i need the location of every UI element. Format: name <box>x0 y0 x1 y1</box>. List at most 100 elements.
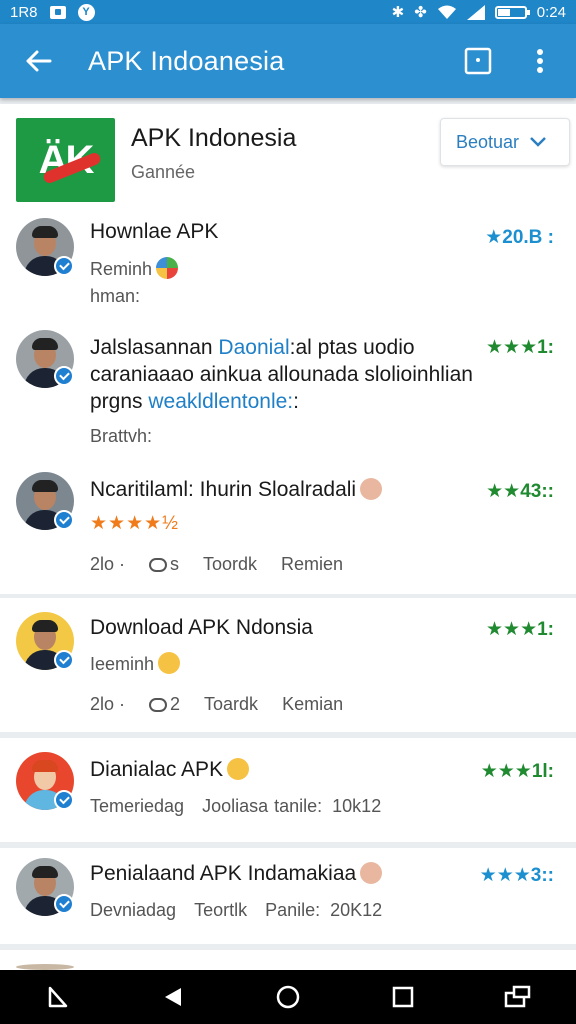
vibrate-icon: ✤ <box>414 4 427 21</box>
reply-button[interactable]: Kemian <box>282 694 343 715</box>
reply-button[interactable]: Remien <box>281 554 343 575</box>
app-bar-title: APK Indoanesia <box>88 45 285 76</box>
nav-home-button[interactable] <box>264 973 312 1021</box>
emoji-icon <box>158 652 181 674</box>
review-title-text: Dianialac APK <box>90 758 224 781</box>
notification-icon <box>49 5 66 19</box>
sort-dropdown-label: Beotuar <box>456 131 520 152</box>
system-nav-bar <box>0 970 576 1024</box>
review-link[interactable]: weakldlentonle: <box>148 390 293 413</box>
review-rating: ★★43:: <box>486 481 554 502</box>
review-meta: Ieeminh <box>90 652 181 675</box>
reviews-card-3 <box>0 738 576 842</box>
emoji-icon <box>360 862 383 884</box>
avatar-hair <box>32 226 58 238</box>
back-triangle-icon <box>164 988 181 1006</box>
sort-dropdown[interactable]: Beotuar <box>440 118 570 166</box>
app-bar: APK Indoanesia <box>0 24 576 98</box>
review-title-text: Ncaritilaml: Ihurin Sloalradali <box>90 478 357 501</box>
review-meta-text: Ieeminh <box>90 654 155 674</box>
review-meta: Temeriedag Jooliasa tanile: 10k12 <box>90 796 381 817</box>
review-title[interactable]: Penialaand APK Indamakiaa <box>90 862 383 886</box>
verified-badge-icon <box>54 256 74 276</box>
app-name: APK Indonesia <box>131 124 297 152</box>
nav-extra-button[interactable] <box>34 973 82 1021</box>
review-meta: Devniadag Teortlk Panile: 20K12 <box>90 900 382 921</box>
verified-badge-icon <box>54 366 74 386</box>
nav-back-button[interactable] <box>149 973 197 1021</box>
meta-date: Devniadag <box>90 900 177 920</box>
back-triangle-icon <box>48 986 67 1008</box>
avatar-hair <box>32 620 58 632</box>
app-logo[interactable]: ÄK <box>16 118 115 202</box>
status-time: 0:24 <box>536 3 566 21</box>
likes-count[interactable]: 2lo · <box>90 694 125 715</box>
likes-count[interactable]: 2lo · <box>90 554 125 575</box>
meta-file-label: Panile: <box>265 900 321 920</box>
review-meta-text: Reminh <box>90 259 153 279</box>
review-rating: ★★★3:: <box>479 865 554 886</box>
review-title[interactable]: Download APK Ndonsia <box>90 616 313 640</box>
status-left-text: 1R8 <box>10 3 38 21</box>
app-notification-icon: Y <box>77 3 95 21</box>
app-category: Gannée <box>131 162 196 182</box>
comment-icon <box>149 698 168 712</box>
search-box-icon <box>464 47 492 75</box>
review-title[interactable]: Dianialac APK <box>90 758 250 782</box>
avatar-hair <box>32 866 58 878</box>
comments-button[interactable]: 2 <box>149 694 180 715</box>
home-circle-icon <box>276 985 300 1009</box>
status-bar: 1R8 Y ✱ ✤ 0:24 <box>0 0 576 24</box>
review-meta: Brattvh: <box>90 426 153 446</box>
thanks-button[interactable]: Toordk <box>203 554 257 575</box>
review-text: : <box>293 390 299 413</box>
search-button[interactable] <box>458 41 498 81</box>
review-rating: ★★★1: <box>486 337 554 358</box>
verified-badge-icon <box>54 790 74 810</box>
nav-split-screen-button[interactable] <box>494 973 542 1021</box>
review-line-3: prgns weakldlentonle:: <box>90 388 530 415</box>
back-arrow-icon <box>26 50 52 72</box>
reviews-card-5-partial <box>0 950 576 970</box>
emoji-icon <box>156 257 179 279</box>
thanks-button[interactable]: Toardk <box>204 694 258 715</box>
verified-badge-icon <box>54 510 74 530</box>
battery-icon <box>494 5 530 19</box>
avatar-hair <box>32 338 58 350</box>
comment-icon <box>149 558 168 572</box>
overflow-menu-button[interactable] <box>520 41 560 81</box>
emoji-icon <box>360 478 383 500</box>
emoji-icon <box>227 758 250 780</box>
review-actions: 2lo · 2 Toardk Kemian <box>90 694 343 715</box>
review-text: Jalslasannan <box>90 336 219 359</box>
review-meta: Reminh <box>90 257 179 280</box>
verified-badge-icon <box>54 650 74 670</box>
meta-file-size: 20K12 <box>330 900 383 920</box>
comments-count: 2 <box>170 694 181 714</box>
review-title-text: Penialaand APK Indamakiaa <box>90 862 357 885</box>
meta-date: Temeriedag <box>90 796 185 816</box>
avatar-hair <box>32 760 58 772</box>
split-screen-icon <box>505 985 531 1008</box>
review-body[interactable]: Jalslasannan Daonial:al ptas uodio caran… <box>90 334 530 415</box>
review-text: :al ptas uodio <box>289 336 415 359</box>
review-line-1: Jalslasannan Daonial:al ptas uodio <box>90 334 530 361</box>
star-rating: ★★★★½ <box>90 513 179 534</box>
review-actions: 2lo · s Toordk Remien <box>90 554 343 575</box>
meta-file-label: tanile: <box>274 796 323 816</box>
review-rating: ★★★1: <box>486 619 554 640</box>
nav-recents-button[interactable] <box>379 973 427 1021</box>
comments-button[interactable]: s <box>149 554 179 575</box>
meta-author: Jooliasa <box>202 796 269 816</box>
review-link[interactable]: Daonial <box>218 336 289 359</box>
chevron-down-icon <box>530 137 546 147</box>
comments-count: s <box>170 554 180 574</box>
review-meta-2: hman: <box>90 286 141 306</box>
review-title[interactable]: Ncaritilaml: Ihurin Sloalradali <box>90 478 383 502</box>
review-text: prgns <box>90 390 149 413</box>
review-title[interactable]: Hownlae APK <box>90 220 218 244</box>
bluetooth-icon: ✱ <box>391 4 405 21</box>
review-rating: ★20.B : <box>485 227 554 248</box>
back-button[interactable] <box>16 39 60 83</box>
wifi-icon <box>437 5 456 19</box>
